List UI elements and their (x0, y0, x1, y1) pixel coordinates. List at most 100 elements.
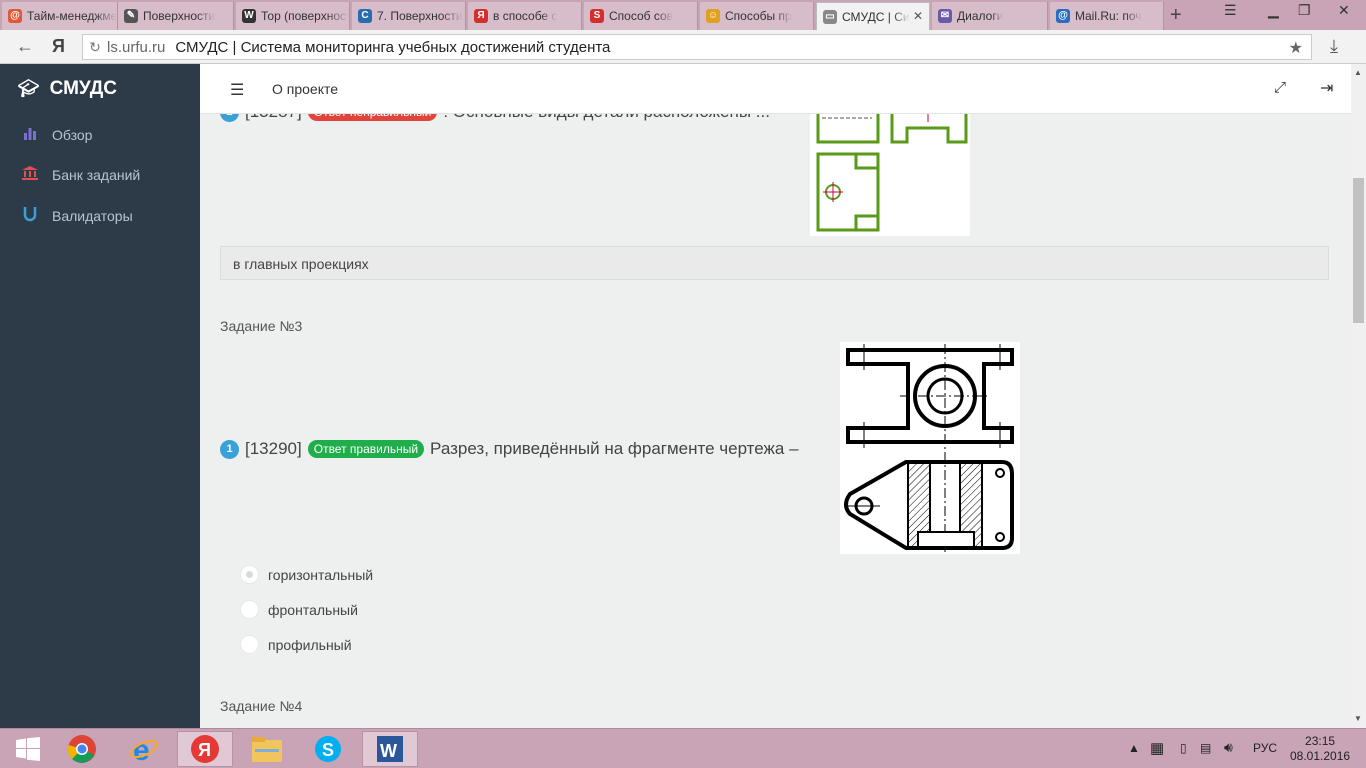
question-3-drawing (840, 342, 1020, 554)
option-label: профильный (268, 636, 352, 653)
task-4-label: Задание №4 (220, 698, 303, 714)
start-button[interactable] (0, 731, 56, 767)
restore-icon[interactable]: ❐ (1298, 2, 1311, 19)
network-icon[interactable]: ▤ (1200, 741, 1211, 755)
smile-icon: ☺ (706, 9, 720, 23)
sidebar-item-validators[interactable]: Валидаторы (22, 206, 133, 225)
svg-text:e: e (133, 734, 150, 764)
browser-tab[interactable]: Яв способе с (468, 2, 582, 30)
word-icon[interactable]: W (362, 731, 418, 767)
tab-title: Способ сов (609, 9, 674, 23)
tab-title: в способе с (493, 9, 558, 23)
logout-icon[interactable]: ⇥ (1320, 78, 1333, 98)
tab-title: Поверхности (143, 9, 216, 23)
sidebar-item-label: Валидаторы (52, 207, 133, 224)
brand-label: СМУДС (49, 78, 118, 99)
bar-chart-icon (22, 126, 38, 143)
browser-tab[interactable]: S Способ сов (584, 2, 698, 30)
url-page-title: СМУДС | Система мониторинга учебных дост… (175, 38, 611, 56)
question-id: [13290] (245, 439, 302, 458)
volume-icon[interactable]: 🔊︎ (1224, 739, 1233, 756)
bank-icon (22, 166, 38, 183)
browser-tab[interactable]: @ Тайм-менеджмент (2, 2, 118, 30)
radio-button[interactable] (240, 635, 259, 654)
yandex-icon: Я (474, 9, 488, 23)
browser-tab[interactable]: ✉ Диалоги (932, 2, 1048, 30)
page-icon: ▭ (823, 9, 837, 24)
download-icon[interactable]: ⤓ (1330, 36, 1338, 57)
bookmark-star-icon[interactable]: ★ (1289, 38, 1303, 58)
browser-tab[interactable]: ✎ Поверхности (118, 2, 234, 30)
tab-title: Способы пр (725, 9, 792, 23)
yandex-button[interactable]: Я (52, 36, 65, 57)
fullscreen-icon[interactable]: ⤢ (1274, 79, 1286, 96)
sidebar-item-overview[interactable]: Обзор (22, 126, 92, 143)
option-frontal[interactable]: фронтальный (240, 600, 358, 619)
scroll-thumb[interactable] (1353, 178, 1364, 323)
show-hidden-icons[interactable]: ▲ (1128, 741, 1140, 755)
yandex-browser-icon[interactable]: Я (177, 731, 233, 767)
option-label: горизонтальный (268, 566, 374, 583)
tab-title: Тор (поверхность) (261, 9, 349, 23)
tab-title: СМУДС | Си (842, 9, 910, 24)
swirl-icon: @ (8, 9, 22, 23)
url-field[interactable]: ↻ ls.urfu.ru СМУДС | Система мониторинга… (82, 34, 1312, 60)
browser-tab[interactable]: C 7. Поверхности (352, 2, 466, 30)
main-content[interactable]: ☰ О проекте ⤢ ⇥ 2 [13287] Ответ неправил… (200, 64, 1351, 728)
minimize-icon[interactable]: ▁ (1268, 2, 1279, 19)
browser-tab-strip: @ Тайм-менеджмент ✎ Поверхности W Тор (поверх… (0, 0, 1366, 30)
battery-icon[interactable]: ▯ (1180, 741, 1187, 755)
status-badge-correct: Ответ правильный (307, 440, 425, 458)
task-3-label: Задание №3 (220, 318, 303, 334)
svg-text:W: W (380, 741, 397, 761)
menu-toggle-icon[interactable]: ☰ (230, 80, 244, 100)
question-text: Разрез, приведённый на фрагменте чертежа… (430, 439, 799, 458)
answer-box: в главных проекциях (220, 246, 1329, 280)
skype-icon[interactable]: S (300, 731, 356, 767)
chat-icon: ✉ (938, 9, 952, 23)
clock[interactable]: 23:15 08.01.2016 (1290, 734, 1350, 764)
cad-icon: C (358, 9, 372, 23)
about-link[interactable]: О проекте (272, 81, 338, 97)
magnet-icon (22, 206, 38, 225)
browser-tab[interactable]: ▭ СМУДС | Си ✕ (816, 2, 930, 30)
close-tab-icon[interactable]: ✕ (913, 9, 923, 23)
question-3-header: 1 [13290] Ответ правильный Разрез, приве… (220, 439, 799, 459)
clock-time: 23:15 (1305, 734, 1336, 748)
back-arrow-icon[interactable]: ← (16, 36, 34, 57)
clock-date: 08.01.2016 (1290, 749, 1351, 763)
mailru-icon: @ (1056, 9, 1070, 23)
new-tab-button[interactable]: + (1170, 4, 1182, 27)
file-explorer-icon[interactable] (239, 731, 295, 767)
question-number: 1 (220, 439, 239, 459)
language-indicator[interactable]: РУС (1253, 741, 1277, 755)
browser-menu-icon[interactable]: ☰ (1224, 2, 1237, 19)
scroll-down-arrow[interactable]: ▼ (1354, 714, 1362, 723)
reload-icon[interactable]: ↻ (83, 39, 107, 56)
graduation-cap-icon: 🎓︎ (18, 79, 40, 98)
option-profile[interactable]: профильный (240, 635, 352, 654)
option-horizontal[interactable]: горизонтальный (240, 565, 373, 584)
wikipedia-icon: W (242, 9, 256, 23)
tab-title: Диалоги (957, 9, 1004, 23)
browser-tab[interactable]: ☺ Способы пр (700, 2, 814, 30)
action-center-icon[interactable]: ▦ (1150, 739, 1164, 757)
sidebar: 🎓︎ СМУДС Обзор Банк заданий Валидаторы (0, 64, 200, 728)
top-navbar: ☰ О проекте ⤢ ⇥ (200, 64, 1351, 114)
page-scrollbar[interactable]: ▲ ▼ (1351, 64, 1366, 728)
option-label: фронтальный (268, 601, 358, 618)
windows-taskbar: e Я S W ▲ ▦ ▯ ▤ 🔊︎ РУС 23:15 08.01.2016 (0, 728, 1366, 768)
tab-title: Тайм-менеджмент (27, 9, 117, 23)
tab-title: 7. Поверхности (377, 9, 463, 23)
window-close-icon[interactable]: ✕ (1338, 2, 1350, 19)
browser-tab[interactable]: W Тор (поверхность) (236, 2, 350, 30)
sidebar-item-task-bank[interactable]: Банк заданий (22, 166, 140, 183)
radio-button[interactable] (240, 600, 259, 619)
internet-explorer-icon[interactable]: e (116, 731, 172, 767)
brand[interactable]: 🎓︎ СМУДС (18, 78, 117, 100)
scroll-up-arrow[interactable]: ▲ (1354, 68, 1362, 77)
pen-icon: ✎ (124, 9, 138, 23)
browser-tab[interactable]: @ Mail.Ru: поч (1050, 2, 1164, 30)
radio-button[interactable] (240, 565, 259, 584)
chrome-icon[interactable] (54, 731, 110, 767)
